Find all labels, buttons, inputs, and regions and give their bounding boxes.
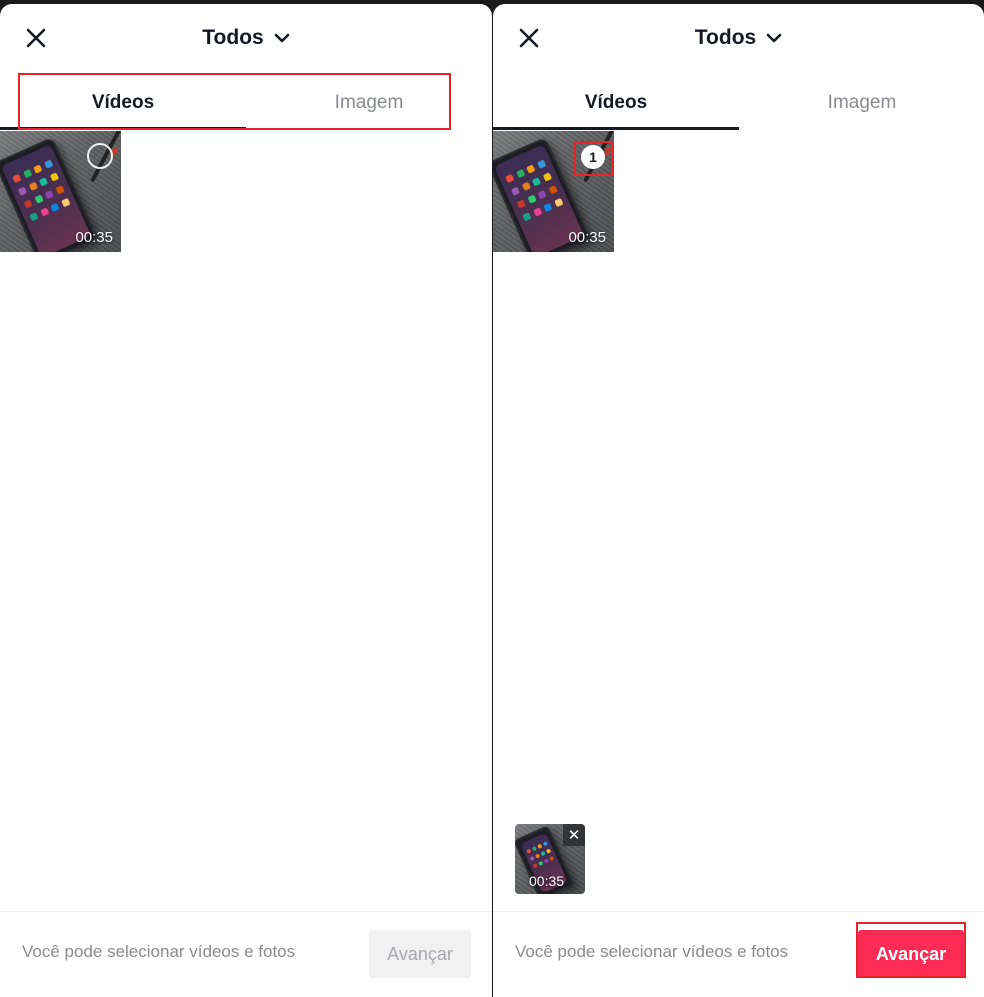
- video-thumbnail[interactable]: 00:35 1: [493, 131, 614, 252]
- bottom-bar: Você pode selecionar vídeos e fotos Avan…: [493, 911, 984, 997]
- album-title: Todos: [202, 26, 264, 49]
- selection-hint: Você pode selecionar vídeos e fotos: [515, 942, 789, 961]
- select-checkbox[interactable]: [87, 143, 113, 169]
- album-title: Todos: [694, 26, 757, 49]
- tab-imagem[interactable]: Imagem: [739, 74, 984, 132]
- media-tabs: Vídeos Imagem: [493, 74, 984, 132]
- active-tab-indicator: [0, 127, 246, 130]
- video-duration: 00:35: [75, 229, 113, 246]
- remove-icon[interactable]: ✕: [563, 824, 585, 846]
- tab-imagem[interactable]: Imagem: [246, 74, 492, 132]
- album-selector[interactable]: Todos: [493, 22, 984, 54]
- chevron-down-icon: [766, 32, 782, 44]
- right-screen: Todos Vídeos Imagem 00:35 1 00:35 ✕ Você…: [493, 4, 984, 997]
- video-duration: 00:35: [568, 229, 606, 246]
- tab-videos[interactable]: Vídeos: [493, 74, 739, 132]
- active-tab-indicator: [493, 127, 739, 130]
- album-selector[interactable]: Todos: [0, 22, 492, 54]
- bottom-bar: Você pode selecionar vídeos e fotos Avan…: [0, 911, 492, 997]
- selection-number-badge[interactable]: 1: [581, 145, 605, 169]
- next-button[interactable]: Avançar: [369, 930, 471, 978]
- selection-hint: Você pode selecionar vídeos e fotos: [22, 942, 296, 961]
- next-button[interactable]: Avançar: [858, 930, 964, 978]
- left-screen: Todos Vídeos Imagem 00:35 Você pode sele…: [0, 4, 492, 997]
- chevron-down-icon: [274, 32, 290, 44]
- selected-media-duration: 00:35: [529, 873, 565, 889]
- media-tabs: Vídeos Imagem: [0, 74, 492, 132]
- video-thumbnail[interactable]: 00:35: [0, 131, 121, 252]
- tab-videos[interactable]: Vídeos: [0, 74, 246, 132]
- selected-media-item[interactable]: 00:35 ✕: [515, 824, 585, 894]
